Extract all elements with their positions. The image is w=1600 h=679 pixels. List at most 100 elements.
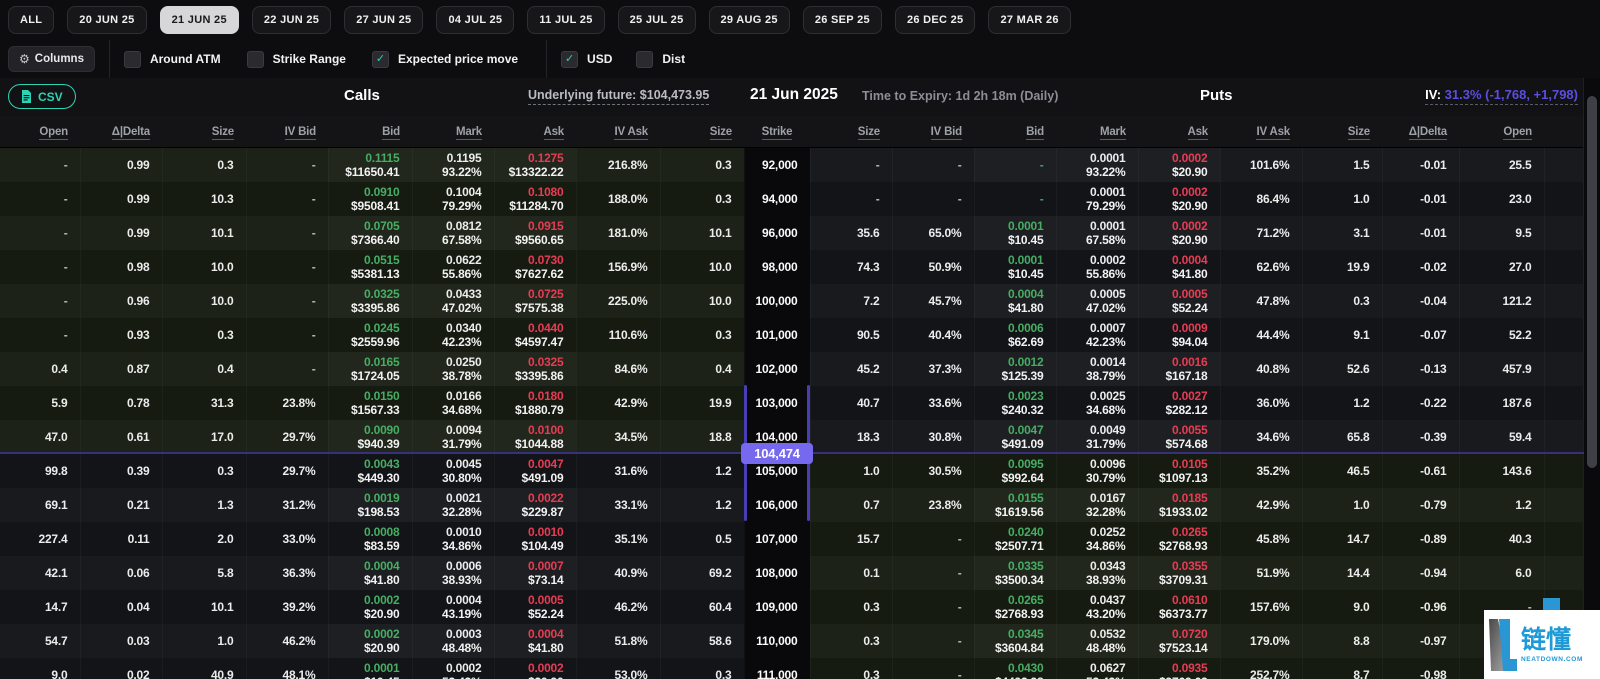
puts-bid-cell[interactable]: 0.0345$3604.84: [974, 624, 1056, 658]
tab-11-jul-25[interactable]: 11 JUL 25: [527, 6, 604, 34]
puts-iv_ask-cell[interactable]: 101.6%: [1220, 148, 1302, 182]
puts-ask_size-cell[interactable]: 8.8: [1302, 624, 1382, 658]
calls-open-cell[interactable]: -: [0, 250, 80, 284]
checkbox-usd[interactable]: ✓USD: [561, 51, 612, 68]
calls-mark-cell[interactable]: 0.119593.22%: [412, 148, 494, 182]
puts-iv_ask-cell[interactable]: 252.7%: [1220, 658, 1302, 679]
calls-ask-cell[interactable]: 0.0325$3395.86: [494, 352, 576, 386]
puts-delta-cell[interactable]: -0.79: [1382, 488, 1459, 522]
puts-size-cell[interactable]: 0.7: [810, 488, 892, 522]
calls-delta-cell[interactable]: 0.21: [80, 488, 162, 522]
puts-ask_size-cell[interactable]: 1.0: [1302, 488, 1382, 522]
puts-iv_ask-cell[interactable]: 44.4%: [1220, 318, 1302, 352]
calls-iv_ask-cell[interactable]: 51.8%: [576, 624, 660, 658]
puts-ask_size-cell[interactable]: 3.1: [1302, 216, 1382, 250]
calls-bid-cell[interactable]: 0.0043$449.30: [328, 454, 412, 488]
puts-size-cell[interactable]: 1.0: [810, 454, 892, 488]
puts-iv_ask-cell[interactable]: 86.4%: [1220, 182, 1302, 216]
header-bid[interactable]: Bid: [974, 116, 1056, 148]
calls-iv_ask-cell[interactable]: 84.6%: [576, 352, 660, 386]
calls-iv_ask-cell[interactable]: 34.5%: [576, 420, 660, 454]
puts-delta-cell[interactable]: -0.01: [1382, 148, 1459, 182]
header-open[interactable]: Open: [1459, 116, 1544, 148]
puts-size-cell[interactable]: 40.7: [810, 386, 892, 420]
puts-bid-cell[interactable]: 0.0001$10.45: [974, 216, 1056, 250]
calls-delta-cell[interactable]: 0.78: [80, 386, 162, 420]
puts-ask-cell[interactable]: 0.0005$52.24: [1138, 284, 1220, 318]
puts-delta-cell[interactable]: -0.98: [1382, 658, 1459, 679]
calls-ask-cell[interactable]: 0.1275$13322.22: [494, 148, 576, 182]
puts-ask-cell[interactable]: 0.0004$41.80: [1138, 250, 1220, 284]
calls-ask-cell[interactable]: 0.0022$229.87: [494, 488, 576, 522]
calls-iv_bid-cell[interactable]: 31.2%: [246, 488, 328, 522]
calls-mark-cell[interactable]: 0.009431.79%: [412, 420, 494, 454]
puts-ask-cell[interactable]: 0.0720$7523.14: [1138, 624, 1220, 658]
puts-bid-cell[interactable]: 0.0240$2507.71: [974, 522, 1056, 556]
calls-ask_size-cell[interactable]: 60.4: [660, 590, 744, 624]
calls-bid-cell[interactable]: 0.0002$20.90: [328, 624, 412, 658]
calls-iv_bid-cell[interactable]: 39.2%: [246, 590, 328, 624]
puts-ask-cell[interactable]: 0.0610$6373.77: [1138, 590, 1220, 624]
puts-iv_ask-cell[interactable]: 42.9%: [1220, 488, 1302, 522]
calls-ask-cell[interactable]: 0.0005$52.24: [494, 590, 576, 624]
header-mark[interactable]: Mark: [412, 116, 494, 148]
puts-ask_size-cell[interactable]: 14.7: [1302, 522, 1382, 556]
puts-ask_size-cell[interactable]: 52.6: [1302, 352, 1382, 386]
calls-size-cell[interactable]: 1.0: [162, 624, 246, 658]
puts-delta-cell[interactable]: -0.96: [1382, 590, 1459, 624]
puts-size-cell[interactable]: 15.7: [810, 522, 892, 556]
puts-delta-cell[interactable]: -0.13: [1382, 352, 1459, 386]
puts-iv_ask-cell[interactable]: 40.8%: [1220, 352, 1302, 386]
puts-mark-cell[interactable]: 0.001438.79%: [1056, 352, 1138, 386]
calls-delta-cell[interactable]: 0.87: [80, 352, 162, 386]
columns-button[interactable]: ⚙ Columns: [8, 46, 95, 72]
puts-open-cell[interactable]: 143.6: [1459, 454, 1544, 488]
puts-iv_ask-cell[interactable]: 157.6%: [1220, 590, 1302, 624]
puts-bid-cell[interactable]: 0.0095$992.64: [974, 454, 1056, 488]
calls-iv_ask-cell[interactable]: 181.0%: [576, 216, 660, 250]
calls-size-cell[interactable]: 5.8: [162, 556, 246, 590]
puts-size-cell[interactable]: 18.3: [810, 420, 892, 454]
calls-bid-cell[interactable]: 0.0019$198.53: [328, 488, 412, 522]
puts-mark-cell[interactable]: 0.000255.86%: [1056, 250, 1138, 284]
puts-mark-cell[interactable]: 0.043743.20%: [1056, 590, 1138, 624]
tab-25-jul-25[interactable]: 25 JUL 25: [618, 6, 696, 34]
calls-iv_ask-cell[interactable]: 42.9%: [576, 386, 660, 420]
puts-delta-cell[interactable]: -0.04: [1382, 284, 1459, 318]
checkbox-around-atm[interactable]: ✓Around ATM: [124, 51, 221, 68]
checkbox-expected-price-move[interactable]: ✓Expected price move: [372, 51, 518, 68]
puts-size-cell[interactable]: 45.2: [810, 352, 892, 386]
calls-size-cell[interactable]: 31.3: [162, 386, 246, 420]
calls-bid-cell[interactable]: 0.0001$10.45: [328, 658, 412, 679]
puts-open-cell[interactable]: 52.2: [1459, 318, 1544, 352]
calls-ask-cell[interactable]: 0.1080$11284.70: [494, 182, 576, 216]
checkbox-dist[interactable]: ✓Dist: [636, 51, 685, 68]
puts-size-cell[interactable]: 0.3: [810, 590, 892, 624]
puts-size-cell[interactable]: 74.3: [810, 250, 892, 284]
strike-cell[interactable]: 110,000: [744, 624, 810, 658]
calls-mark-cell[interactable]: 0.034042.23%: [412, 318, 494, 352]
puts-iv_bid-cell[interactable]: -: [892, 658, 974, 679]
puts-open-cell[interactable]: 59.4: [1459, 420, 1544, 454]
puts-iv_ask-cell[interactable]: 179.0%: [1220, 624, 1302, 658]
puts-bid-cell[interactable]: 0.0047$491.09: [974, 420, 1056, 454]
puts-size-cell[interactable]: 0.3: [810, 658, 892, 679]
calls-iv_bid-cell[interactable]: -: [246, 148, 328, 182]
puts-iv_bid-cell[interactable]: -: [892, 182, 974, 216]
puts-iv_ask-cell[interactable]: 51.9%: [1220, 556, 1302, 590]
tab-27-jun-25[interactable]: 27 JUN 25: [344, 6, 423, 34]
calls-iv_bid-cell[interactable]: -: [246, 182, 328, 216]
calls-open-cell[interactable]: 99.8: [0, 454, 80, 488]
puts-iv_bid-cell[interactable]: -: [892, 624, 974, 658]
calls-delta-cell[interactable]: 0.93: [80, 318, 162, 352]
puts-open-cell[interactable]: 121.2: [1459, 284, 1544, 318]
calls-ask_size-cell[interactable]: 0.3: [660, 182, 744, 216]
puts-mark-cell[interactable]: 0.009630.79%: [1056, 454, 1138, 488]
calls-mark-cell[interactable]: 0.000443.19%: [412, 590, 494, 624]
puts-ask_size-cell[interactable]: 8.7: [1302, 658, 1382, 679]
puts-ask-cell[interactable]: 0.0002$20.90: [1138, 216, 1220, 250]
calls-bid-cell[interactable]: 0.0002$20.90: [328, 590, 412, 624]
calls-delta-cell[interactable]: 0.99: [80, 148, 162, 182]
puts-delta-cell[interactable]: -0.22: [1382, 386, 1459, 420]
puts-iv_bid-cell[interactable]: 45.7%: [892, 284, 974, 318]
